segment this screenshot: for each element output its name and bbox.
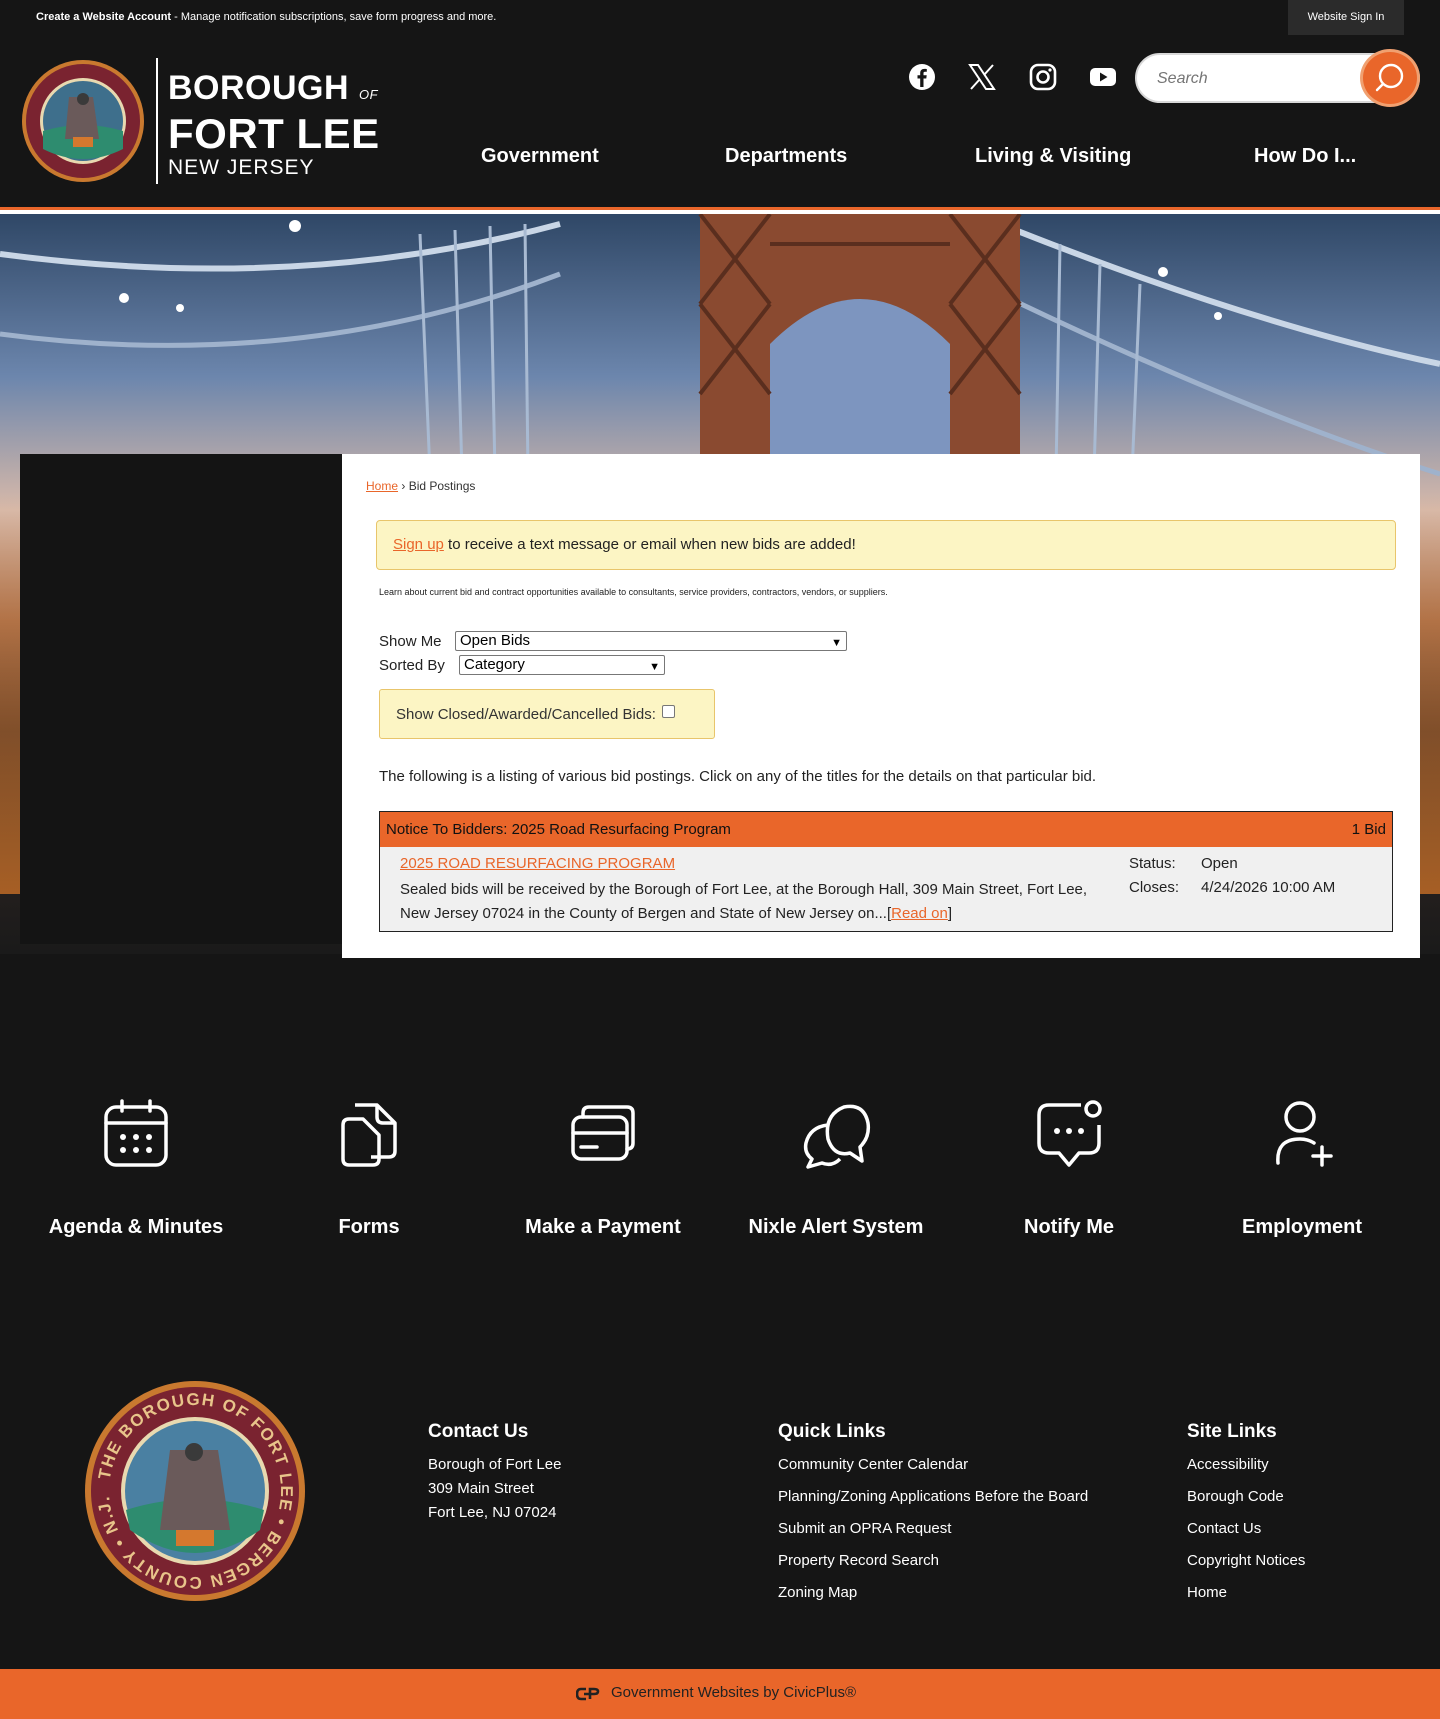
show-me-select[interactable]: Open Bids ▼ <box>455 631 847 651</box>
chat-bubbles-icon <box>803 1104 871 1169</box>
notification-message-icon <box>1037 1100 1102 1167</box>
bid-title-link[interactable]: 2025 ROAD RESURFACING PROGRAM <box>400 855 675 872</box>
notify-me-label[interactable]: Notify Me <box>952 1216 1186 1239</box>
read-on-link[interactable]: Read on <box>891 905 948 922</box>
instagram-icon[interactable] <box>1028 62 1058 92</box>
footer-link[interactable]: Borough Code <box>1187 1488 1284 1505</box>
intro-text: Learn about current bid and contract opp… <box>379 587 888 597</box>
credit-card-icon <box>571 1105 635 1161</box>
nav-living-visiting[interactable]: Living & Visiting <box>975 145 1131 168</box>
x-icon[interactable] <box>967 62 997 92</box>
bid-category-header: Notice To Bidders: 2025 Road Resurfacing… <box>379 811 1393 848</box>
forms-link[interactable] <box>269 1095 469 1176</box>
chevron-down-icon: ▼ <box>831 637 842 649</box>
bid-description: Sealed bids will be received by the Boro… <box>400 881 1088 922</box>
footer-link[interactable]: Contact Us <box>1187 1520 1261 1537</box>
bid-count: 1 Bid <box>1351 821 1386 838</box>
listing-description: The following is a listing of various bi… <box>379 768 1097 785</box>
show-me-label: Show Me <box>379 633 442 650</box>
nixle-alert-link[interactable] <box>736 1095 936 1176</box>
show-closed-checkbox[interactable] <box>661 705 675 718</box>
nav-government[interactable]: Government <box>481 145 599 168</box>
closes-label: Closes: <box>1129 879 1180 896</box>
bid-item: 2025 ROAD RESURFACING PROGRAM Sealed bid… <box>379 847 1393 932</box>
make-payment-label[interactable]: Make a Payment <box>486 1216 720 1239</box>
borough-seal-logo[interactable] <box>21 59 145 183</box>
borough-wordmark[interactable]: BOROUGH OF FORT LEE NEW JERSEY <box>168 70 380 181</box>
calendar-icon <box>104 1099 168 1167</box>
closes-value: 4/24/2026 10:00 AM <box>1201 879 1336 896</box>
main-content: Home › Bid Postings Sign up to receive a… <box>342 454 1420 958</box>
notify-me-link[interactable] <box>969 1095 1169 1176</box>
footer-link[interactable]: Zoning Map <box>778 1584 857 1601</box>
footer-link[interactable]: Planning/Zoning Applications Before the … <box>778 1488 1088 1505</box>
borough-seal-footer: THE BOROUGH OF FORT LEE • BERGEN COUNTY … <box>85 1381 305 1601</box>
bid-category-title: Notice To Bidders: 2025 Road Resurfacing… <box>386 821 731 838</box>
civicplus-link[interactable]: Government Websites by CivicPlus® <box>611 1684 856 1701</box>
contact-line: Fort Lee, NJ 07024 <box>428 1504 557 1521</box>
sign-up-link[interactable]: Sign up <box>393 536 444 553</box>
site-links-heading: Site Links <box>1187 1421 1277 1442</box>
footer-link[interactable]: Property Record Search <box>778 1552 939 1569</box>
documents-icon <box>341 1103 397 1167</box>
nav-departments[interactable]: Departments <box>725 145 847 168</box>
civicplus-logo-icon <box>576 1687 600 1701</box>
employment-label[interactable]: Employment <box>1185 1216 1419 1239</box>
website-sign-in-button[interactable]: Website Sign In <box>1288 0 1404 35</box>
logo-divider <box>156 58 158 184</box>
contact-line: Borough of Fort Lee <box>428 1456 562 1473</box>
breadcrumb: Home › Bid Postings <box>366 479 476 493</box>
sorted-by-select[interactable]: Category ▼ <box>459 655 665 675</box>
status-label: Status: <box>1129 855 1176 872</box>
footer-link[interactable]: Accessibility <box>1187 1456 1269 1473</box>
breadcrumb-current: Bid Postings <box>408 479 476 493</box>
show-closed-label: Show Closed/Awarded/Cancelled Bids: <box>396 706 656 723</box>
nav-how-do-i[interactable]: How Do I... <box>1254 145 1356 168</box>
signup-alert: Sign up to receive a text message or ema… <box>376 520 1396 570</box>
side-navigation-panel <box>20 454 342 944</box>
agenda-minutes-label[interactable]: Agenda & Minutes <box>19 1216 253 1239</box>
footer-link[interactable]: Copyright Notices <box>1187 1552 1305 1569</box>
footer-link[interactable]: Submit an OPRA Request <box>778 1520 951 1537</box>
footer-link[interactable]: Community Center Calendar <box>778 1456 968 1473</box>
make-payment-link[interactable] <box>503 1095 703 1176</box>
employment-link[interactable] <box>1202 1095 1402 1176</box>
contact-line: 309 Main Street <box>428 1480 534 1497</box>
chevron-down-icon: ▼ <box>649 661 660 673</box>
sorted-by-label: Sorted By <box>379 657 445 674</box>
create-account-link[interactable]: Create a Website Account - Manage notifi… <box>36 11 496 23</box>
footer-link[interactable]: Home <box>1187 1584 1227 1601</box>
forms-label[interactable]: Forms <box>252 1216 486 1239</box>
search-input[interactable] <box>1157 67 1357 91</box>
search-icon <box>1375 63 1404 92</box>
search-button[interactable] <box>1360 49 1420 107</box>
quick-links-heading: Quick Links <box>778 1421 886 1442</box>
facebook-icon[interactable] <box>907 62 937 92</box>
show-closed-bids-box: Show Closed/Awarded/Cancelled Bids: <box>379 689 715 739</box>
youtube-icon[interactable] <box>1088 62 1118 92</box>
agenda-minutes-link[interactable] <box>36 1095 236 1176</box>
status-value: Open <box>1201 855 1238 872</box>
civicplus-bar: Government Websites by CivicPlus® <box>0 1669 1440 1719</box>
add-user-icon <box>1276 1101 1333 1167</box>
nixle-alert-label[interactable]: Nixle Alert System <box>719 1216 953 1239</box>
contact-us-heading: Contact Us <box>428 1421 529 1442</box>
utility-bar: Create a Website Account - Manage notifi… <box>0 0 1440 35</box>
breadcrumb-home-link[interactable]: Home <box>366 479 398 493</box>
